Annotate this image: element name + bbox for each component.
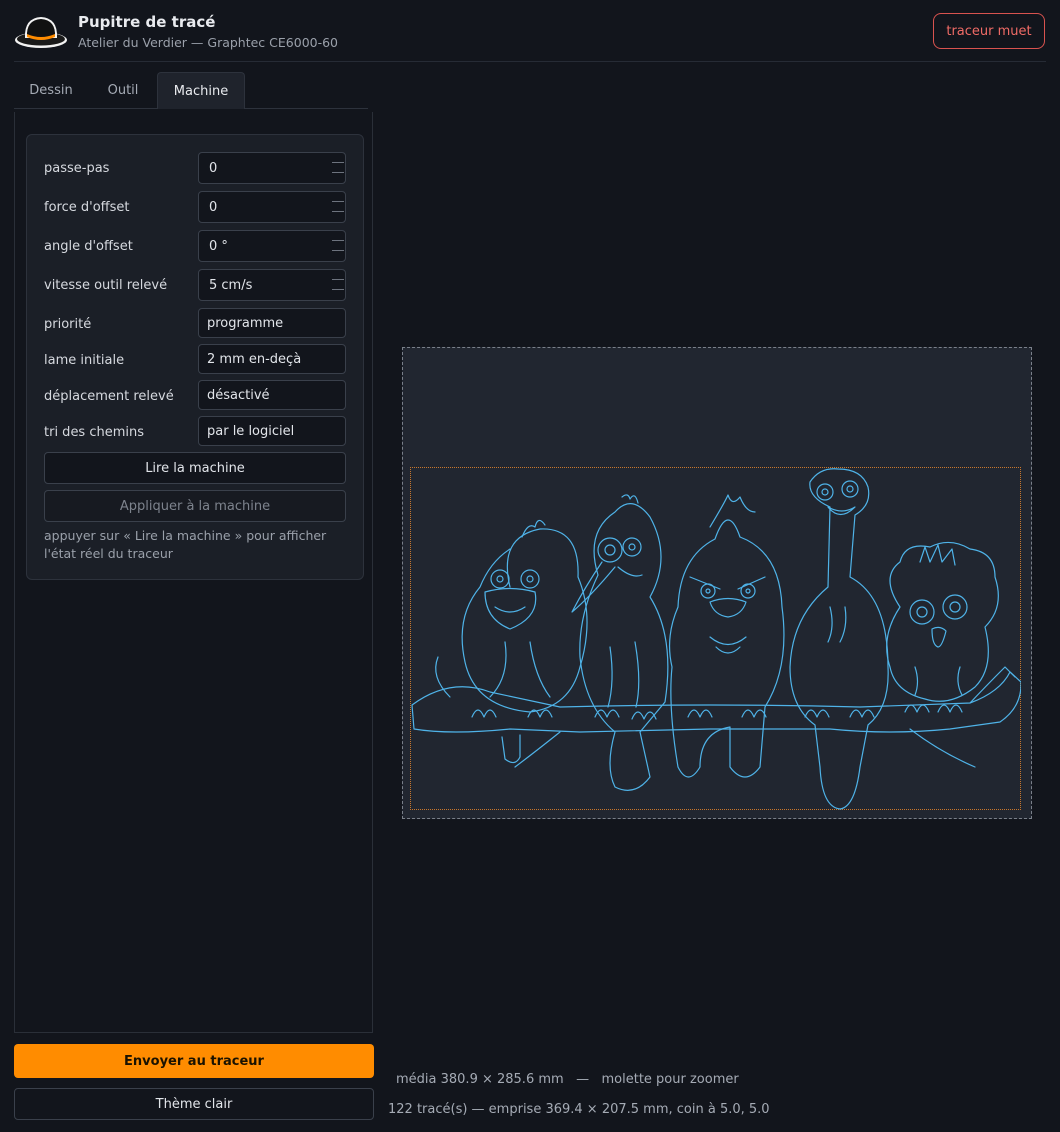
field-label: passe-pas bbox=[44, 160, 110, 176]
force-offset-input[interactable]: 0 bbox=[198, 191, 346, 223]
field-label: force d'offset bbox=[44, 199, 130, 215]
settings-panel: passe-pas 0 force d'offset 0 angle d'off… bbox=[14, 112, 373, 1033]
field-value: 0 bbox=[209, 199, 218, 215]
bird-2-outline bbox=[571, 494, 669, 791]
deplacement-releve-select[interactable]: désactivé bbox=[198, 380, 346, 410]
send-to-plotter-button[interactable]: Envoyer au traceur bbox=[14, 1044, 374, 1078]
row-angle-offset: angle d'offset 0 ° bbox=[44, 230, 346, 262]
bird-4-outline bbox=[789, 468, 889, 810]
tab-machine[interactable]: Machine bbox=[157, 72, 245, 109]
plotter-mute-button[interactable]: traceur muet bbox=[933, 13, 1045, 49]
branch-path bbox=[411, 671, 1021, 733]
spinner-icon[interactable] bbox=[332, 273, 344, 297]
light-theme-button[interactable]: Thème clair bbox=[14, 1088, 374, 1120]
priorite-select[interactable]: programme bbox=[198, 308, 346, 338]
plot-preview-artwork bbox=[411, 468, 1021, 810]
angle-offset-input[interactable]: 0 ° bbox=[198, 230, 346, 262]
field-label: vitesse outil relevé bbox=[44, 277, 168, 293]
tab-outil[interactable]: Outil bbox=[88, 72, 158, 108]
spinner-icon[interactable] bbox=[332, 234, 344, 258]
machine-settings-card: passe-pas 0 force d'offset 0 angle d'off… bbox=[26, 134, 364, 580]
row-passe-pas: passe-pas 0 bbox=[44, 152, 346, 184]
field-label: déplacement relevé bbox=[44, 388, 174, 404]
media-size: média 380.9 × 285.6 mm bbox=[396, 1072, 564, 1087]
status-summary: 122 tracé(s) — emprise 369.4 × 207.5 mm,… bbox=[388, 1102, 770, 1117]
app-subtitle: Atelier du Verdier — Graphtec CE6000-60 bbox=[78, 35, 339, 50]
status-separator: — bbox=[576, 1072, 590, 1087]
row-vitesse-releve: vitesse outil relevé 5 cm/s bbox=[44, 269, 346, 301]
bowler-hat-icon bbox=[15, 17, 67, 48]
lame-initiale-select[interactable]: 2 mm en-deçà bbox=[198, 344, 346, 374]
branch-twig bbox=[514, 731, 561, 768]
app-title: Pupitre de tracé bbox=[78, 13, 216, 31]
header-divider bbox=[14, 61, 1046, 62]
bird-1-outline bbox=[461, 519, 588, 764]
row-force-offset: force d'offset 0 bbox=[44, 191, 346, 223]
machine-hint: appuyer sur « Lire la machine » pour aff… bbox=[44, 528, 327, 561]
vitesse-releve-input[interactable]: 5 cm/s bbox=[198, 269, 346, 301]
row-lame-initiale: lame initiale 2 mm en-deçà bbox=[44, 344, 346, 376]
field-value: 5 cm/s bbox=[209, 277, 253, 293]
row-priorite: priorité programme bbox=[44, 308, 346, 340]
status-media: média 380.9 × 285.6 mm — molette pour zo… bbox=[396, 1072, 739, 1087]
branch-twig bbox=[909, 728, 976, 768]
bird-5-outline bbox=[886, 541, 999, 713]
passe-pas-input[interactable]: 0 bbox=[198, 152, 346, 184]
read-machine-button[interactable]: Lire la machine bbox=[44, 452, 346, 484]
field-label: tri des chemins bbox=[44, 424, 145, 440]
apply-machine-button[interactable]: Appliquer à la machine bbox=[44, 490, 346, 522]
field-label: priorité bbox=[44, 316, 92, 332]
bird-3-outline bbox=[668, 494, 785, 778]
app-header: Pupitre de tracé Atelier du Verdier — Gr… bbox=[0, 0, 1060, 62]
row-tri-chemins: tri des chemins par le logiciel bbox=[44, 416, 346, 448]
tab-bar: Dessin Outil Machine bbox=[14, 72, 368, 109]
field-label: angle d'offset bbox=[44, 238, 133, 254]
row-deplacement-releve: déplacement relevé désactivé bbox=[44, 380, 346, 412]
spinner-icon[interactable] bbox=[332, 195, 344, 219]
spinner-icon[interactable] bbox=[332, 156, 344, 180]
tab-dessin[interactable]: Dessin bbox=[14, 72, 88, 108]
field-value: 0 bbox=[209, 160, 218, 176]
field-value: 0 ° bbox=[209, 238, 228, 254]
field-label: lame initiale bbox=[44, 352, 125, 368]
zoom-hint: molette pour zoomer bbox=[601, 1072, 739, 1087]
tri-chemins-select[interactable]: par le logiciel bbox=[198, 416, 346, 446]
